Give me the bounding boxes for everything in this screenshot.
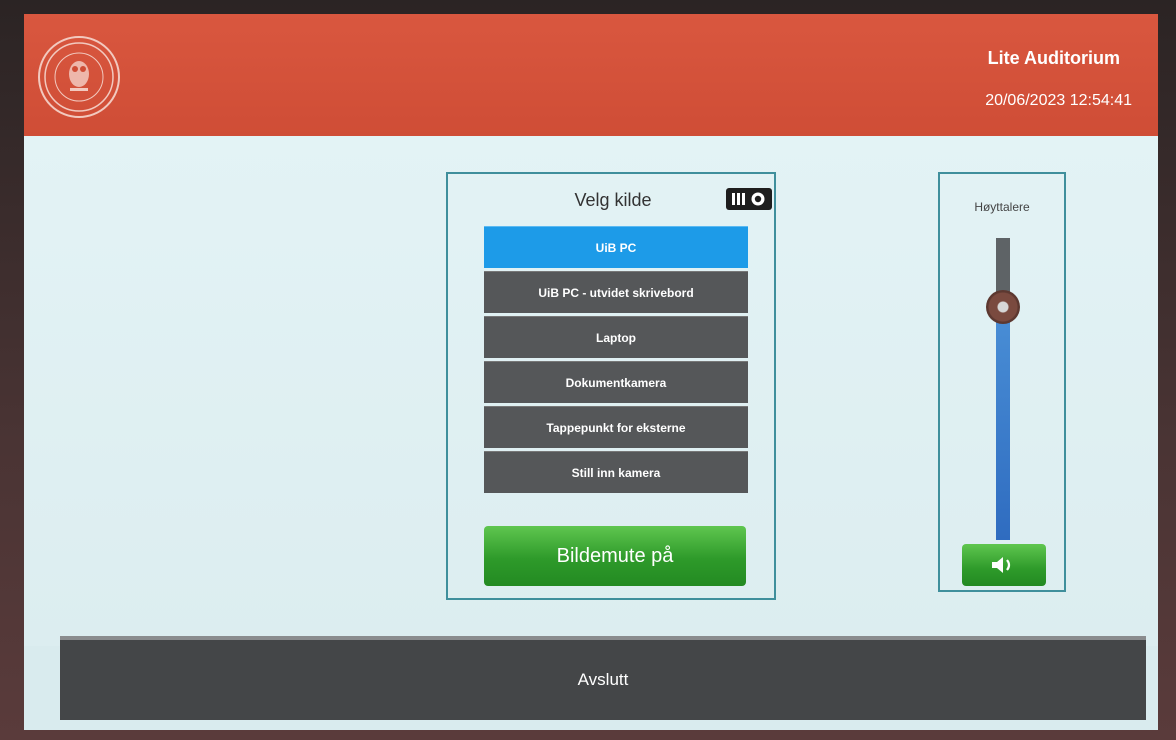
room-name: Lite Auditorium xyxy=(987,48,1120,68)
speaker-mute-button[interactable] xyxy=(962,544,1046,586)
volume-slider-track[interactable] xyxy=(996,238,1010,540)
exit-button[interactable]: Avslutt xyxy=(60,640,1146,720)
source-button-camera-setup[interactable]: Still inn kamera xyxy=(484,451,748,493)
touch-panel-screen: Lite Auditorium 20/06/2023 12:54:41 Velg… xyxy=(24,14,1158,730)
footer-bar: Avslutt xyxy=(60,636,1146,720)
volume-title: Høyttalere xyxy=(974,200,1030,214)
speaker-icon xyxy=(992,557,1011,573)
header-bar: Lite Auditorium 20/06/2023 12:54:41 xyxy=(24,14,1158,136)
date-time: 20/06/2023 12:54:41 xyxy=(985,92,1132,109)
volume-slider-handle[interactable] xyxy=(986,290,1020,324)
main-content: Velg kilde UiB PC UiB PC - utvidet skriv… xyxy=(24,136,1158,646)
source-button-document-camera[interactable]: Dokumentkamera xyxy=(484,361,748,403)
source-button-uib-pc[interactable]: UiB PC xyxy=(484,226,748,268)
projector-icon[interactable] xyxy=(726,188,772,210)
picture-mute-button[interactable]: Bildemute på xyxy=(484,526,746,586)
volume-slider-fill xyxy=(996,307,1010,540)
university-seal-icon xyxy=(38,36,120,118)
source-button-uib-pc-extended[interactable]: UiB PC - utvidet skrivebord xyxy=(484,271,748,313)
source-selection-panel: Velg kilde UiB PC UiB PC - utvidet skriv… xyxy=(446,172,776,600)
source-button-laptop[interactable]: Laptop xyxy=(484,316,748,358)
source-button-external-tap[interactable]: Tappepunkt for eksterne xyxy=(484,406,748,448)
volume-panel: Høyttalere xyxy=(938,172,1066,592)
source-list: UiB PC UiB PC - utvidet skrivebord Lapto… xyxy=(484,226,748,496)
